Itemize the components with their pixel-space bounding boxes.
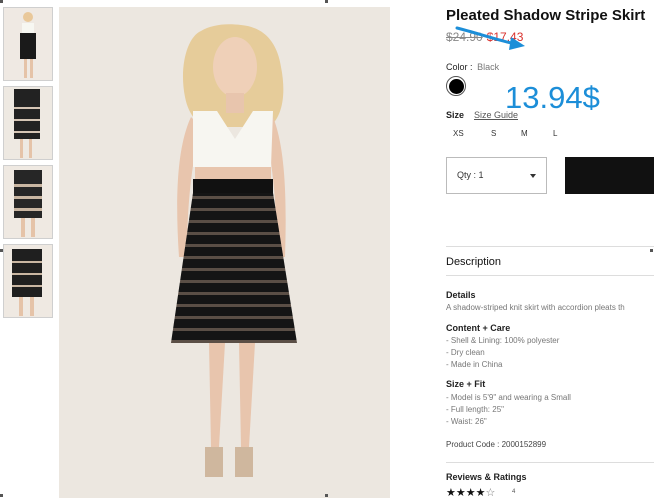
fit-line: - Waist: 26" bbox=[446, 417, 487, 426]
selection-handle[interactable] bbox=[325, 0, 328, 3]
quantity-label: Qty : 1 bbox=[457, 170, 484, 180]
selection-handle[interactable] bbox=[650, 249, 653, 252]
fit-line: - Full length: 25" bbox=[446, 405, 504, 414]
selection-handle[interactable] bbox=[0, 0, 3, 3]
size-option-m[interactable]: M bbox=[521, 129, 528, 138]
size-option-l[interactable]: L bbox=[553, 129, 557, 138]
thumbnail-detail[interactable] bbox=[3, 86, 53, 160]
color-sep: : bbox=[470, 62, 473, 72]
color-swatch-black[interactable] bbox=[446, 76, 466, 96]
content-line: - Shell & Lining: 100% polyester bbox=[446, 336, 560, 345]
thumbnail-back[interactable] bbox=[3, 165, 53, 239]
star-icon: ★ bbox=[465, 487, 476, 499]
star-icon: ★ bbox=[475, 487, 486, 499]
description-heading[interactable]: Description bbox=[446, 256, 501, 268]
reviews-title: Reviews & Ratings bbox=[446, 472, 527, 482]
annotation-price: 13.94$ bbox=[505, 80, 600, 115]
color-label-row: Color : Black bbox=[446, 62, 499, 72]
product-title: Pleated Shadow Stripe Skirt bbox=[446, 7, 646, 24]
thumbnail-front[interactable] bbox=[3, 7, 53, 81]
add-to-bag-button[interactable] bbox=[565, 157, 654, 194]
product-code: Product Code : 2000152899 bbox=[446, 440, 547, 449]
selection-handle[interactable] bbox=[0, 494, 3, 497]
caret-down-icon bbox=[530, 174, 536, 178]
main-product-image bbox=[59, 7, 390, 498]
review-count: 4 bbox=[512, 489, 516, 495]
divider bbox=[446, 275, 654, 276]
fit-line: - Model is 5'9" and wearing a Small bbox=[446, 393, 571, 402]
size-option-xs[interactable]: XS bbox=[453, 129, 464, 138]
color-label: Color bbox=[446, 62, 468, 72]
content-line: - Made in China bbox=[446, 360, 503, 369]
quantity-select[interactable]: Qty : 1 bbox=[446, 157, 547, 194]
selection-handle[interactable] bbox=[325, 494, 328, 497]
color-value: Black bbox=[477, 62, 500, 72]
size-fit-title: Size + Fit bbox=[446, 379, 486, 389]
thumbnail-side[interactable] bbox=[3, 244, 53, 318]
size-label: Size bbox=[446, 110, 465, 120]
divider bbox=[446, 462, 654, 463]
annotation-arrow-icon bbox=[455, 26, 525, 50]
star-icon: ★ bbox=[455, 487, 466, 499]
swatch-dot bbox=[448, 78, 464, 94]
size-guide-link[interactable]: Size Guide bbox=[474, 110, 518, 120]
details-text: A shadow-striped knit skirt with accordi… bbox=[446, 303, 625, 312]
content-line: - Dry clean bbox=[446, 348, 485, 357]
size-option-s[interactable]: S bbox=[491, 129, 496, 138]
star-empty-icon: ☆ bbox=[485, 487, 496, 499]
rating-stars: ★★★★☆ bbox=[446, 486, 495, 499]
selection-handle[interactable] bbox=[0, 249, 3, 252]
divider bbox=[446, 246, 654, 247]
star-icon: ★ bbox=[446, 487, 456, 499]
details-title: Details bbox=[446, 290, 476, 300]
content-care-title: Content + Care bbox=[446, 323, 511, 333]
